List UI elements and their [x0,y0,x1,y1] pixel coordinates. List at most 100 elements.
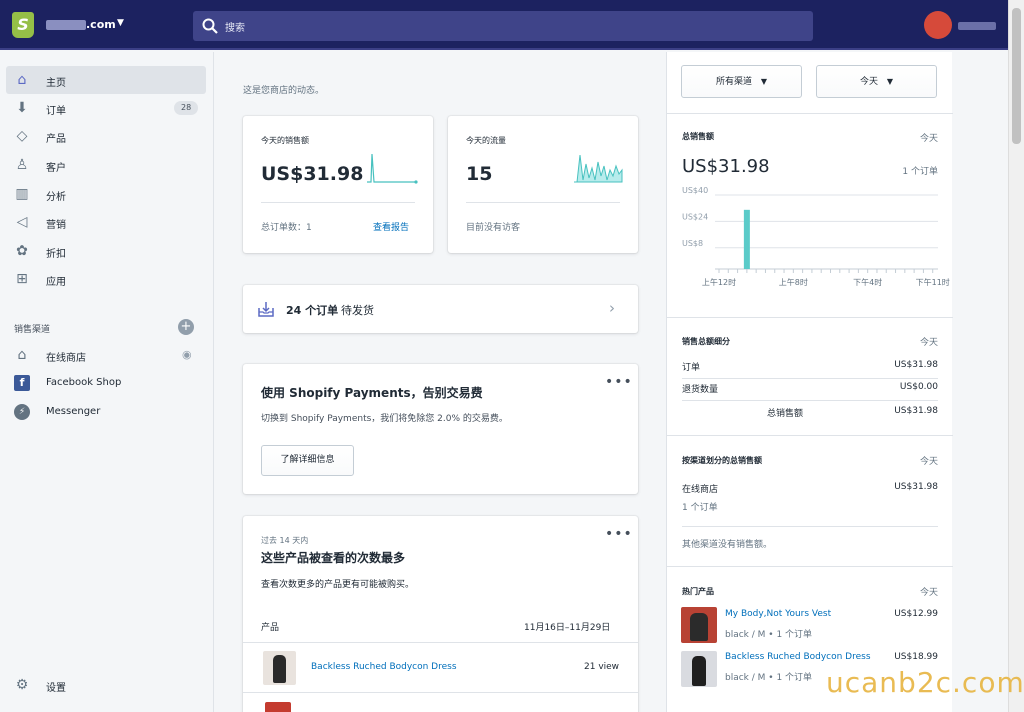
tag-icon: ◇ [16,128,28,144]
caret-down-icon: ▼ [886,77,894,86]
view-report-link[interactable]: 查看报告 [373,220,409,233]
sidebar-item-marketing[interactable]: ◁ 营销 [6,208,206,236]
no-visitors-text: 目前没有访客 [466,223,521,233]
channel-orders: 1 个订单 [682,503,718,513]
date-filter-dropdown[interactable]: 今天 ▼ [816,65,937,98]
store-name[interactable]: .com [86,18,116,31]
y-tick-label: US$8 [682,239,703,248]
chevron-right-icon: › [609,299,615,317]
breakdown-value: US$31.98 [894,406,938,416]
sidebar-item-label: 产品 [46,134,66,145]
card-title: 今天的销售额 [261,136,309,145]
orders-suffix: 待发货 [341,304,374,317]
date-filter-label: 今天 [859,77,878,87]
product-link[interactable]: Backless Ruched Bodycon Dress [311,662,457,672]
today-traffic-card: 今天的流量 15 目前没有访客 [448,116,638,253]
x-tick-label: 下午11时 [916,277,950,287]
megaphone-icon: ◁ [16,214,28,230]
facebook-icon: f [14,375,30,391]
product-variant: black / M • 1 个订单 [725,673,813,683]
x-tick-label: 上午8时 [779,277,808,287]
page-scrollbar[interactable] [1008,0,1024,712]
store-icon: ⌂ [17,347,27,363]
table-row[interactable]: Backless Ruched Bodycon Dress 21 view [243,643,638,691]
y-tick-label: US$40 [682,186,708,195]
sidebar-item-apps[interactable]: ⊞ 应用 [6,265,206,293]
section-title: 按渠道划分的总销售额 [682,456,762,465]
sidebar-item-settings[interactable]: ⚙ 设置 [6,671,206,699]
sidebar-item-discounts[interactable]: ✿ 折扣 [6,237,206,265]
breakdown-label: 总销售额 [767,409,804,419]
total-sales-value: US$31.98 [682,156,770,177]
bar-chart-icon: ▥ [15,186,29,202]
home-icon: ⌂ [17,72,27,88]
sidebar-item-messenger[interactable]: ⚡ Messenger [6,398,206,426]
section-title: 热门产品 [682,587,714,596]
chart-bar[interactable] [743,209,750,269]
section-date: 今天 [919,134,938,144]
sidebar-item-label: Messenger [46,406,101,417]
sales-sparkline [367,153,418,184]
period-label: 过去 14 天内 [261,536,309,545]
more-actions-icon[interactable]: ••• [605,374,633,390]
sidebar-item-label: 客户 [46,163,66,174]
gear-icon: ⚙ [15,677,29,693]
account-name-blurred[interactable] [958,22,996,30]
person-icon: ♙ [15,157,29,173]
eye-icon[interactable]: ◉ [182,348,192,361]
shopify-payments-card: 使用 Shopify Payments，告别交易费 ••• 切换到 Shopif… [243,364,638,494]
product-link[interactable]: My Body,Not Yours Vest [725,609,831,619]
sidebar-item-analytics[interactable]: ▥ 分析 [6,180,206,208]
sales-by-channel-section: 按渠道划分的总销售额 今天 在线商店 US$31.98 1 个订单 其他渠道没有… [667,435,953,566]
sidebar-item-label: 分析 [46,192,66,203]
channel-value: US$31.98 [894,482,938,492]
product-price: US$18.99 [894,652,938,662]
product-views: 21 view [584,662,620,672]
avatar[interactable] [924,11,952,39]
orders-icon [258,302,274,317]
orders-count-badge: 28 [174,101,199,115]
learn-more-button[interactable]: 了解详细信息 [261,445,354,476]
section-title: 销售总额细分 [682,337,730,346]
card-body: 查看次数更多的产品更有可能被购买。 [261,580,415,590]
sidebar-item-home[interactable]: ⌂ 主页 [6,66,206,94]
sidebar-item-label: Facebook Shop [46,377,122,388]
traffic-value: 15 [466,163,493,185]
list-item[interactable]: My Body,Not Yours Vest US$12.99 black / … [667,606,953,644]
breakdown-label: 订单 [682,363,701,373]
product-link[interactable]: Backless Ruched Bodycon Dress [725,652,871,662]
more-actions-icon[interactable]: ••• [605,526,633,542]
card-title: 使用 Shopify Payments，告别交易费 [261,386,483,400]
section-date: 今天 [919,457,938,467]
sidebar-item-label: 设置 [46,683,66,694]
sidebar-item-facebook-shop[interactable]: f Facebook Shop [6,369,206,397]
search-icon [202,18,218,34]
breakdown-value: US$31.98 [894,360,938,370]
section-title: 总销售额 [682,132,714,141]
sidebar-item-products[interactable]: ◇ 产品 [6,122,206,150]
add-channel-icon[interactable]: + [178,319,194,335]
orders-to-fulfill-banner[interactable]: 24 个订单 待发货 › [243,285,638,333]
sidebar-item-customers[interactable]: ♙ 客户 [6,151,206,179]
watermark-text: ucanb2c.com [826,666,1024,699]
x-tick-label: 下午4时 [853,277,882,287]
scrollbar-thumb[interactable] [1012,8,1021,144]
product-thumbnail [681,651,717,687]
breakdown-value: US$0.00 [899,382,938,392]
sidebar-item-orders[interactable]: ⬇ 订单 28 [6,94,206,122]
today-sales-card: 今天的销售额 US$31.98 总订单数：1 查看报告 [243,116,433,253]
card-body: 切换到 Shopify Payments，我们将免除您 2.0% 的交易费。 [261,414,508,424]
card-title: 今天的流量 [466,136,506,145]
store-name-blurred [46,20,86,30]
search-placeholder: 搜索 [225,23,245,34]
apps-icon: ⊞ [16,271,28,287]
channel-filter-dropdown[interactable]: 所有渠道 ▼ [681,65,802,98]
sidebar-item-online-store[interactable]: ⌂ 在线商店 ◉ [6,341,206,369]
sales-channels-title: 销售渠道 [14,325,51,335]
shopify-logo-icon[interactable]: S [12,12,34,38]
sales-breakdown-section: 销售总额细分 今天 订单 US$31.98 退货数量 US$0.00 总销售额 … [667,317,953,435]
total-orders-label: 总订单数：1 [261,223,312,233]
section-date: 今天 [919,338,938,348]
chevron-down-icon[interactable]: ▼ [117,18,124,28]
search-input[interactable]: 搜索 [193,11,813,41]
